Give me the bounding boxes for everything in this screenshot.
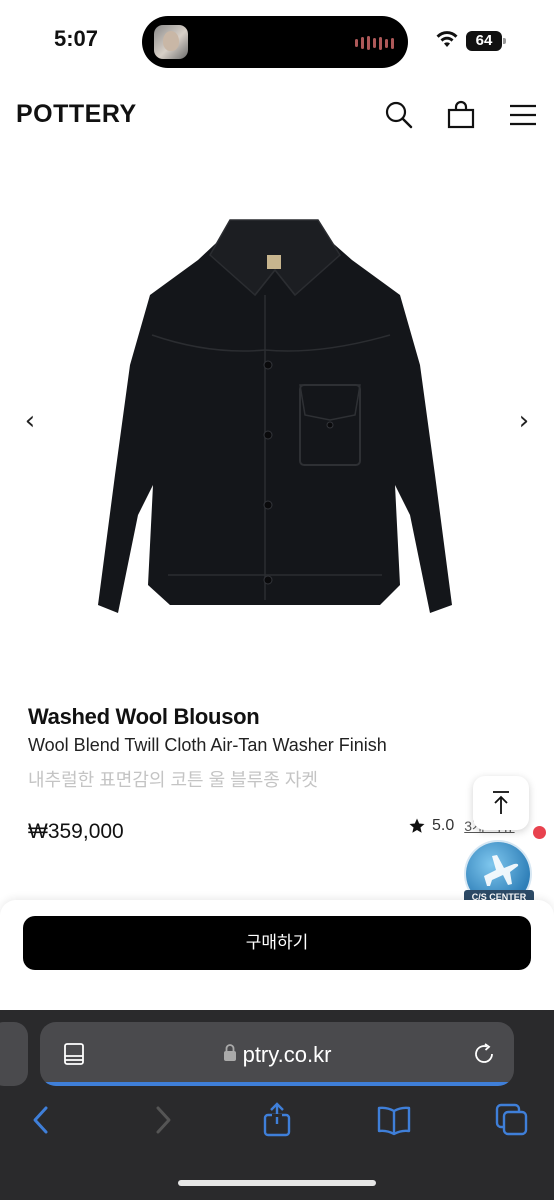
audio-waveform-icon	[355, 36, 394, 50]
back-icon[interactable]	[24, 1102, 60, 1138]
tabs-icon[interactable]	[494, 1102, 530, 1138]
search-icon[interactable]	[384, 100, 414, 130]
product-image	[98, 219, 452, 613]
bag-icon[interactable]	[446, 100, 476, 130]
product-image-carousel[interactable]: ‹ ›	[0, 160, 554, 690]
battery-indicator: 64	[466, 31, 506, 51]
product-description: Wool Blend Twill Cloth Air-Tan Washer Fi…	[28, 735, 387, 755]
wifi-icon	[436, 31, 458, 47]
star-icon	[409, 818, 425, 833]
carousel-next-arrow[interactable]: ›	[514, 406, 534, 436]
site-header: POTTERY	[0, 88, 554, 144]
product-price: ₩359,000	[28, 820, 124, 843]
browser-toolbar: ptry.co.kr	[0, 1010, 554, 1200]
forward-icon[interactable]	[144, 1102, 180, 1138]
notification-dot	[533, 826, 546, 839]
share-icon[interactable]	[259, 1102, 295, 1138]
dynamic-island[interactable]	[142, 16, 408, 68]
page-load-progress	[40, 1082, 514, 1086]
url-text: ptry.co.kr	[242, 1042, 332, 1067]
product-name: Washed Wool Blouson	[28, 704, 260, 729]
menu-icon[interactable]	[508, 100, 538, 130]
reload-icon[interactable]	[472, 1042, 496, 1066]
carousel-prev-arrow[interactable]: ‹	[20, 406, 40, 436]
site-logo[interactable]: POTTERY	[16, 100, 137, 129]
scroll-to-top-button[interactable]	[473, 776, 529, 830]
previous-tab-peek[interactable]	[0, 1022, 28, 1086]
status-time: 5:07	[54, 26, 99, 51]
status-bar: 5:07 64	[0, 0, 554, 84]
buy-button[interactable]: 구매하기	[23, 916, 531, 970]
home-indicator[interactable]	[178, 1180, 376, 1186]
product-description-korean: 내추럴한 표면감의 코튼 울 블루종 자켓	[28, 770, 318, 790]
bookmarks-icon[interactable]	[376, 1102, 412, 1138]
rating-value: 5.0	[432, 817, 455, 834]
arrow-up-icon	[493, 791, 509, 814]
lock-icon	[223, 1044, 236, 1061]
now-playing-artwork	[154, 25, 188, 59]
address-bar[interactable]: ptry.co.kr	[40, 1022, 514, 1086]
